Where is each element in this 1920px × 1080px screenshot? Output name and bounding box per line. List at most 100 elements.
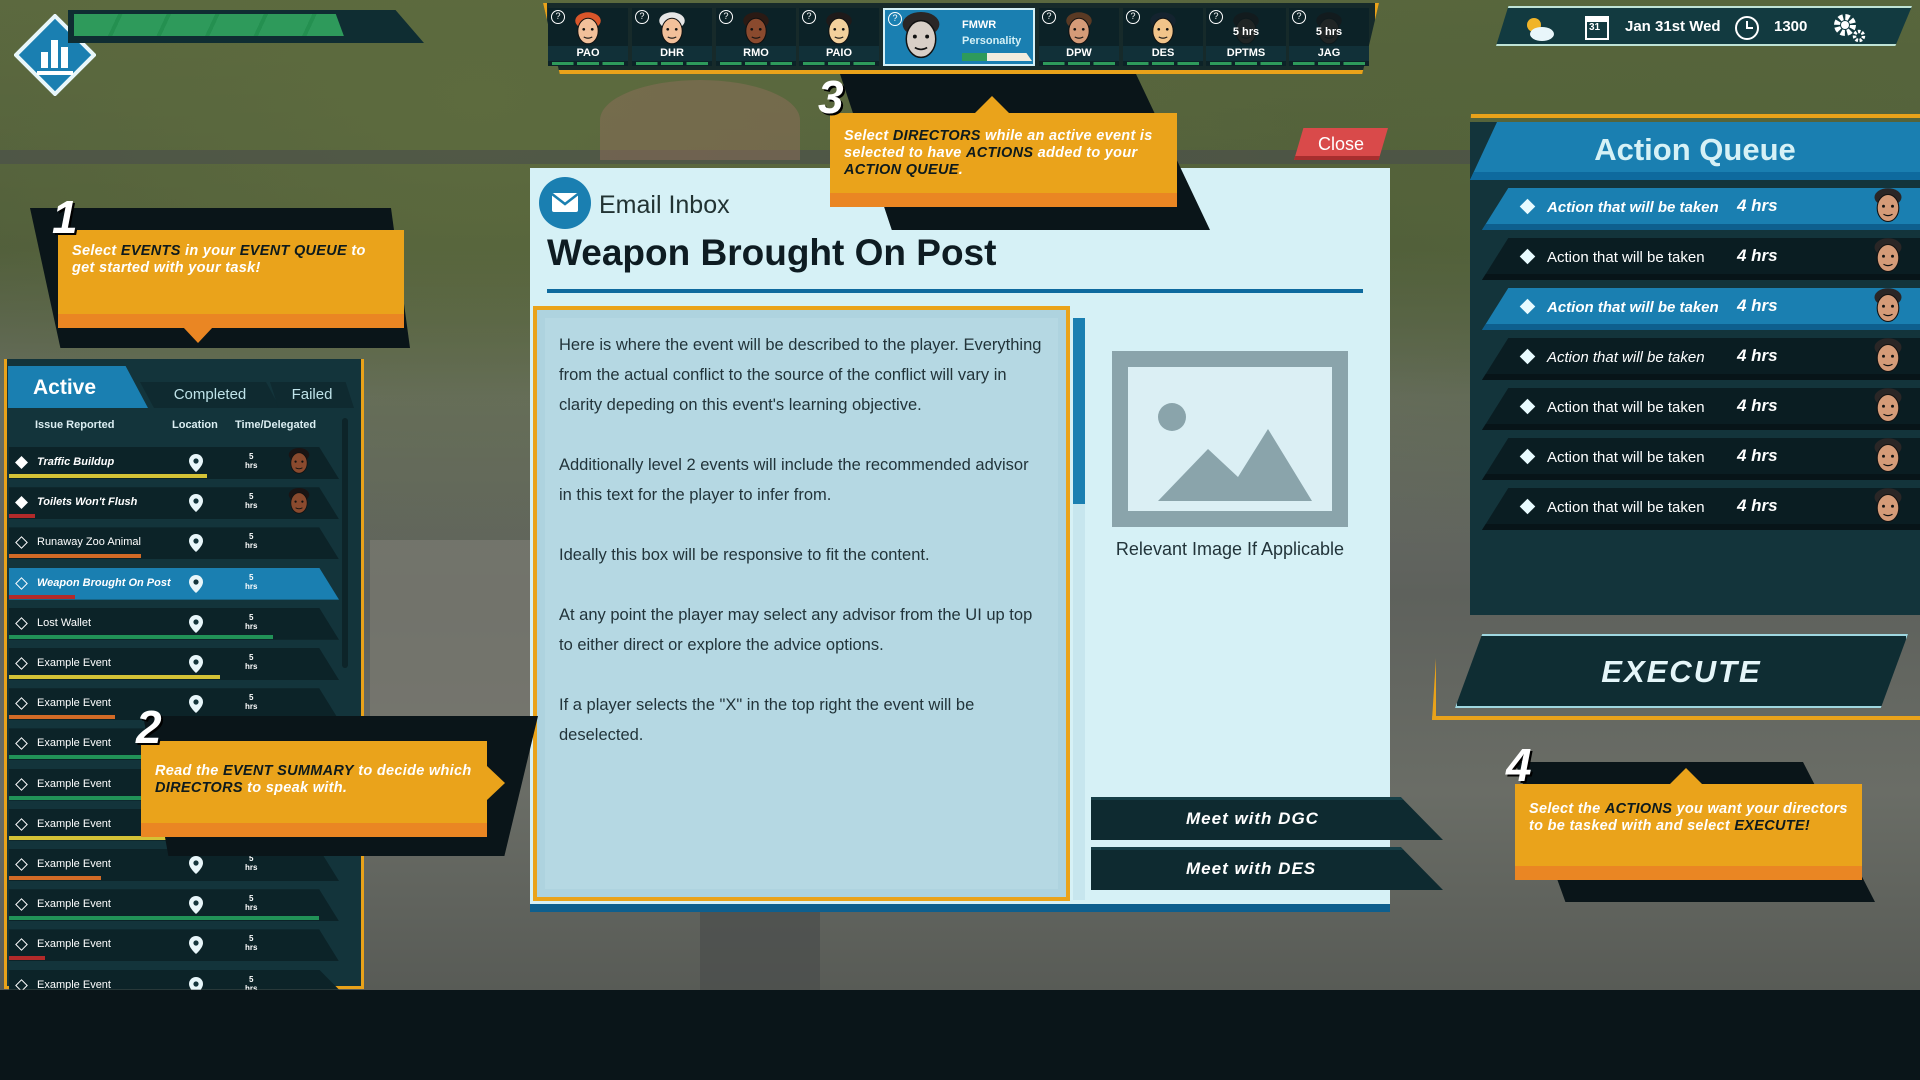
event-name: Example Event	[37, 697, 111, 710]
director-portrait-icon	[1874, 388, 1902, 423]
director-card-rmo[interactable]: ? RMO	[716, 8, 796, 66]
diamond-icon	[15, 737, 28, 751]
action-queue-item[interactable]: Action that will be taken 4 hrs	[1482, 388, 1920, 430]
event-row[interactable]: Example Event 5hrs	[9, 648, 339, 680]
action-queue-item[interactable]: Action that will be taken 4 hrs	[1482, 438, 1920, 480]
help-icon[interactable]: ?	[1209, 10, 1223, 24]
director-card-fmwr[interactable]: ? FMWR Personality	[883, 8, 1035, 66]
director-subtitle: Personality	[962, 35, 1022, 47]
director-card-des[interactable]: ? DES	[1123, 8, 1203, 66]
diamond-icon	[15, 616, 28, 630]
tab-failed[interactable]: Failed	[270, 382, 354, 408]
location-pin-icon[interactable]	[187, 493, 205, 513]
event-row[interactable]: Traffic Buildup 5 hrs	[9, 447, 339, 479]
director-portrait-icon	[1874, 338, 1902, 373]
action-queue-item[interactable]: Action that will be taken 4 hrs	[1482, 338, 1920, 380]
action-label: Action that will be taken	[1547, 299, 1719, 316]
director-portrait-icon	[659, 12, 685, 45]
event-row[interactable]: Example Event 5hrs	[9, 889, 339, 922]
column-header-location: Location	[172, 419, 218, 431]
action-queue-item[interactable]: Action that will be taken 4 hrs	[1482, 188, 1920, 230]
action-label: Action that will be taken	[1547, 499, 1705, 516]
event-time: 5hrs	[245, 492, 258, 511]
location-pin-icon[interactable]	[187, 694, 205, 714]
help-icon[interactable]: ?	[635, 10, 649, 24]
event-row[interactable]: Example Event 5hrs	[9, 688, 339, 721]
location-pin-icon[interactable]	[187, 895, 205, 915]
event-row[interactable]: Example Event 5hrs	[9, 929, 339, 962]
director-status-bar	[1293, 62, 1365, 65]
location-pin-icon[interactable]	[187, 453, 205, 473]
callout-text: Read the	[155, 763, 223, 779]
director-portrait-icon	[288, 448, 310, 474]
help-icon[interactable]: ?	[1042, 10, 1056, 24]
event-urgency-bar	[9, 715, 115, 720]
image-caption: Relevant Image If Applicable	[1115, 539, 1345, 559]
action-queue-item[interactable]: Action that will be taken 4 hrs	[1482, 288, 1920, 330]
event-row[interactable]: Runaway Zoo Animal 5 hrs	[9, 527, 339, 560]
help-icon[interactable]: ?	[1126, 10, 1140, 24]
tab-active[interactable]: Active	[8, 366, 148, 408]
event-list-scrollbar[interactable]	[342, 418, 348, 668]
event-row[interactable]: Toilets Won't Flush 5 hrs	[9, 487, 339, 520]
image-icon	[1128, 367, 1332, 511]
director-status-bar	[1043, 62, 1115, 65]
location-pin-icon[interactable]	[187, 574, 205, 594]
meet-with-des-button[interactable]: Meet with DES	[1091, 847, 1443, 890]
action-label: Action that will be taken	[1547, 199, 1719, 216]
event-row[interactable]: Example Event 5hrs	[9, 969, 339, 990]
date-label: Jan 31st Wed	[1625, 18, 1721, 35]
callout-text: EVENT SUMMARY	[222, 763, 354, 779]
director-portrait-icon	[1874, 238, 1902, 273]
location-pin-icon[interactable]	[187, 533, 205, 553]
director-card-paio[interactable]: ? PAIO	[799, 8, 879, 66]
event-time: 5hrs	[245, 612, 258, 631]
help-icon[interactable]: ?	[719, 10, 733, 24]
description-paragraph: Additionally level 2 events will include…	[559, 456, 1029, 504]
callout-text: Select the	[1529, 801, 1605, 817]
event-name: Runaway Zoo Animal	[37, 536, 141, 549]
help-icon[interactable]: ?	[1292, 10, 1306, 24]
diamond-icon	[1519, 448, 1536, 465]
execute-button[interactable]: EXECUTE	[1455, 634, 1908, 708]
director-card-pao[interactable]: ? PAO	[548, 8, 628, 66]
help-icon[interactable]: ?	[551, 10, 565, 24]
event-row[interactable]: Weapon Brought On Post 5 hrs	[9, 567, 339, 600]
action-label: Action that will be taken	[1547, 349, 1705, 366]
calendar-day: 31	[1589, 22, 1601, 33]
director-code: DHR	[632, 46, 712, 61]
action-queue-item[interactable]: Action that will be taken 4 hrs	[1482, 238, 1920, 280]
callout-text: Select	[72, 243, 121, 259]
director-card-dhr[interactable]: ? DHR	[632, 8, 712, 66]
location-pin-icon[interactable]	[187, 614, 205, 634]
event-urgency-bar	[9, 514, 36, 519]
director-card-dpw[interactable]: ? DPW	[1039, 8, 1119, 66]
director-card-jag[interactable]: ? 5 hrs JAG	[1289, 8, 1369, 66]
event-name: Example Event	[37, 898, 111, 911]
help-icon[interactable]: ?	[802, 10, 816, 24]
summary-scrollbar-thumb[interactable]	[1073, 318, 1085, 504]
event-urgency-bar	[9, 474, 207, 478]
director-card-dptms[interactable]: ? 5 hrs DPTMS	[1206, 8, 1286, 66]
tab-completed[interactable]: Completed	[140, 382, 280, 408]
settings-gear-icon[interactable]	[1832, 12, 1868, 44]
location-pin-icon[interactable]	[187, 855, 205, 875]
time-label: 1300	[1774, 18, 1808, 35]
event-description: Here is where the event will be describe…	[545, 318, 1058, 889]
action-queue-item[interactable]: Action that will be taken 4 hrs	[1482, 488, 1920, 530]
location-pin-icon[interactable]	[187, 654, 205, 674]
close-button[interactable]: Close	[1294, 128, 1388, 160]
description-paragraph: At any point the player may select any a…	[559, 606, 1033, 654]
event-urgency-bar	[9, 956, 46, 961]
event-urgency-bar	[9, 675, 221, 679]
location-pin-icon[interactable]	[187, 935, 205, 955]
diamond-icon	[15, 978, 28, 990]
director-code: DPTMS	[1206, 46, 1286, 61]
callout-text: in your	[180, 243, 240, 259]
image-placeholder	[1112, 351, 1348, 527]
diamond-icon	[1519, 398, 1536, 415]
callout-text: Select	[844, 128, 893, 144]
meet-with-dgc-button[interactable]: Meet with DGC	[1091, 797, 1443, 840]
director-status-bar	[1210, 62, 1282, 65]
event-row[interactable]: Lost Wallet 5 hrs	[9, 607, 339, 640]
